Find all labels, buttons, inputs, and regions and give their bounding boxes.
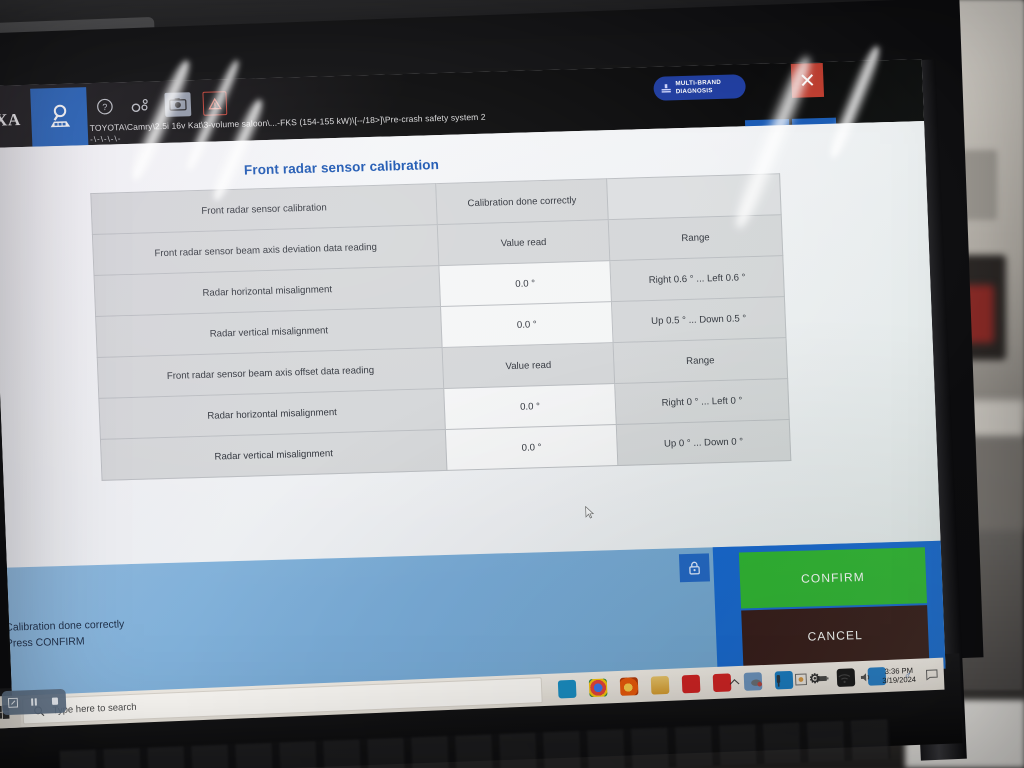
- notification-icon[interactable]: [925, 667, 939, 681]
- cancel-button[interactable]: CANCEL: [741, 605, 930, 667]
- vehicle-diagnosis-button[interactable]: [30, 87, 89, 147]
- svg-text:?: ?: [102, 102, 107, 112]
- show-hidden-icons[interactable]: [728, 675, 742, 689]
- row-range: Right 0.6 ° ... Left 0.6 °: [609, 255, 785, 302]
- folder-icon[interactable]: [650, 675, 670, 695]
- close-icon[interactable]: ✕: [790, 62, 825, 98]
- row-value: 0.0 °: [440, 301, 614, 348]
- taskbar-clock[interactable]: 3:36 PM 3/19/2024: [882, 665, 917, 685]
- recorder-pause-icon[interactable]: [27, 695, 40, 708]
- camera-icon[interactable]: [164, 92, 192, 117]
- warning-icon[interactable]: [202, 91, 228, 116]
- wifi-icon[interactable]: [838, 671, 852, 685]
- main-content: Front radar sensor calibration Front rad…: [0, 121, 941, 568]
- recorder-expand-icon[interactable]: [6, 696, 19, 709]
- row-range: Up 0 ° ... Down 0 °: [616, 419, 791, 466]
- help-icon[interactable]: ?: [92, 94, 117, 119]
- mouse-cursor: [585, 505, 595, 519]
- multi-brand-diagnosis-badge: MULTI-BRAND DIAGNOSIS: [653, 74, 747, 101]
- row-range: [606, 173, 782, 220]
- status-message-line-2: Press CONFIRM: [5, 635, 85, 650]
- action-button-column: CONFIRM CANCEL: [712, 540, 946, 676]
- clock-date: 3/19/2024: [882, 674, 917, 686]
- screenshot-root: EXA ? TOYOTA\Camry\2.5i 16v Kat\3-volume…: [0, 0, 1024, 768]
- vehicle-scan-icon: [50, 104, 71, 128]
- brand-logo: EXA: [0, 110, 22, 131]
- firefox-icon[interactable]: [619, 677, 639, 696]
- toolbar-icon-group: ?: [92, 91, 228, 119]
- row-value: 0.0 °: [443, 383, 617, 430]
- row-range: Up 0.5 ° ... Down 0.5 °: [611, 296, 786, 343]
- usb-device-icon[interactable]: [772, 674, 786, 688]
- status-message-line-1: Calibration done correctly: [5, 618, 125, 634]
- breadcrumb-subline: -\-\-\-\-: [90, 134, 122, 145]
- row-value: 0.0 °: [445, 424, 618, 471]
- connection-icon[interactable]: [128, 93, 153, 118]
- column-header-range: Range: [608, 214, 783, 261]
- row-value: 0.0 °: [438, 260, 612, 307]
- battery-icon[interactable]: [816, 672, 830, 686]
- diagnosis-badge-icon: [661, 83, 671, 93]
- confirm-button[interactable]: CONFIRM: [738, 547, 928, 609]
- column-header-range: Range: [613, 337, 788, 384]
- laptop-screen: EXA ? TOYOTA\Camry\2.5i 16v Kat\3-volume…: [0, 59, 946, 696]
- chrome-icon[interactable]: [588, 678, 608, 698]
- recorder-stop-icon[interactable]: [49, 694, 62, 707]
- volume-icon[interactable]: [860, 670, 874, 684]
- screenshot-tool-icon[interactable]: [794, 673, 808, 687]
- lock-icon[interactable]: [678, 553, 711, 583]
- column-header-value: Value read: [442, 342, 615, 389]
- app-red-icon[interactable]: [681, 674, 701, 694]
- recorder-overlay: [1, 688, 67, 716]
- cloud-sync-icon[interactable]: [750, 675, 764, 689]
- row-status: Calibration done correctly: [435, 178, 609, 225]
- row-label: Radar vertical misalignment: [100, 429, 447, 481]
- calibration-table: Front radar sensor calibration Calibrati…: [90, 173, 791, 481]
- status-message: Calibration done correctly Press CONFIRM: [5, 616, 125, 651]
- row-range: Right 0 ° ... Left 0 °: [614, 378, 790, 425]
- badge-line-2: DIAGNOSIS: [675, 87, 713, 96]
- column-header-value: Value read: [437, 219, 610, 266]
- edge-icon[interactable]: [557, 679, 577, 699]
